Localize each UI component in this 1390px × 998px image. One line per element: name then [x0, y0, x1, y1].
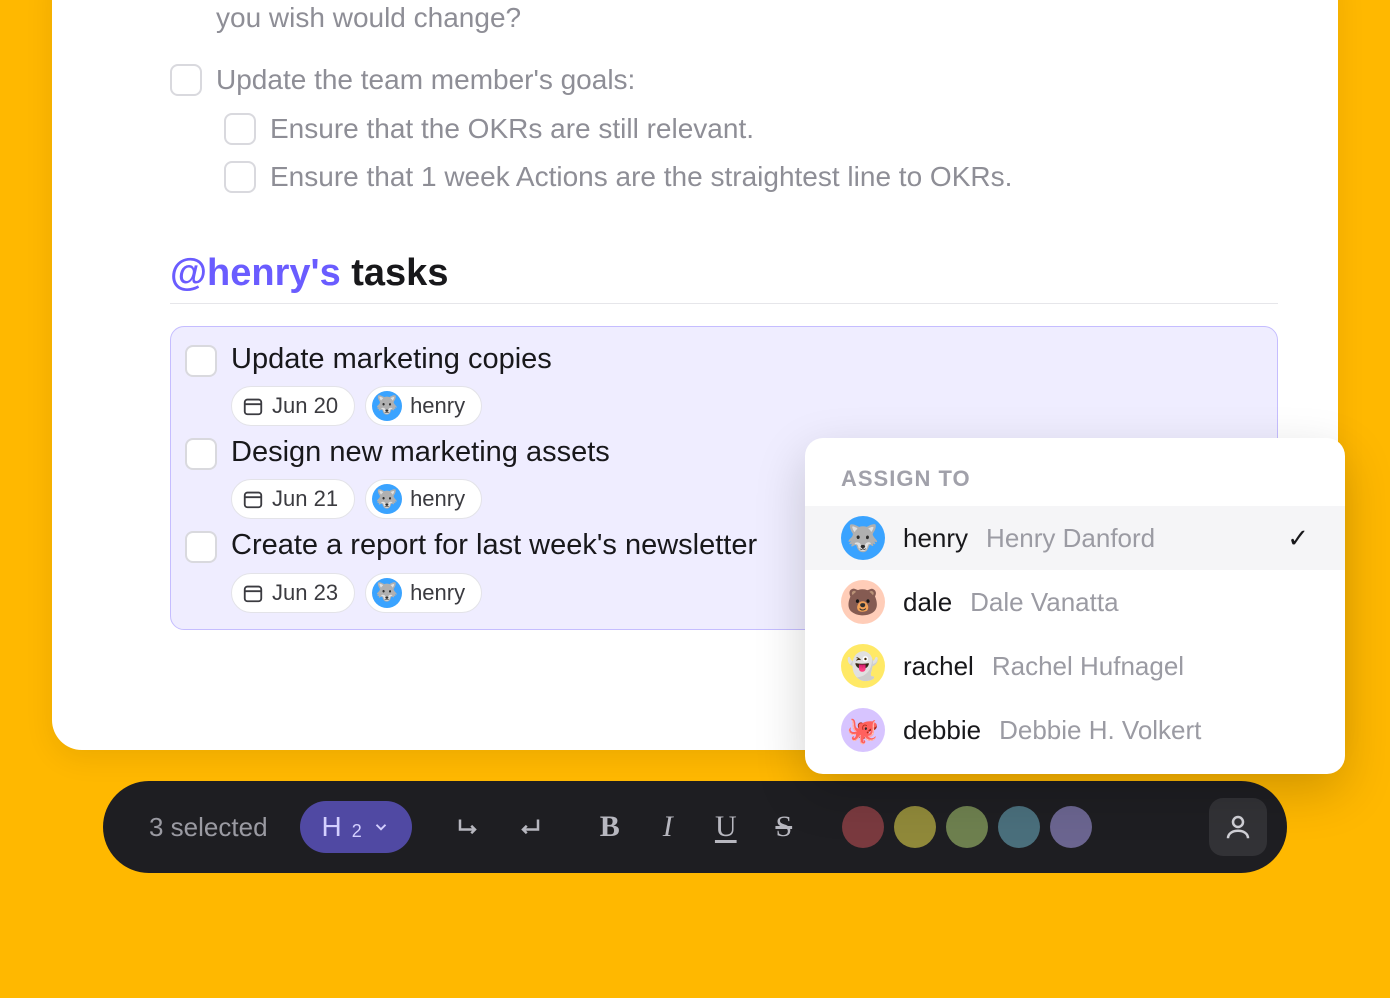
color-swatch-red[interactable] — [842, 806, 884, 848]
heading-picker[interactable]: H2 — [300, 801, 412, 853]
avatar: 🐺 — [372, 484, 402, 514]
checklist-label: Ensure that 1 week Actions are the strai… — [270, 159, 1012, 195]
assignee-name: henry — [410, 393, 465, 419]
heading-label: H — [322, 811, 342, 843]
chevron-down-icon — [372, 818, 390, 836]
tasks-heading: @henry's tasks — [170, 252, 1278, 304]
assignee-chip[interactable]: 🐺 henry — [365, 386, 482, 426]
assignee-name: henry — [410, 580, 465, 606]
assign-to-popover: Assign to 🐺 henry Henry Danford ✓ 🐻 dale… — [805, 438, 1345, 774]
calendar-icon — [242, 395, 264, 417]
checkbox[interactable] — [224, 161, 256, 193]
bold-button[interactable]: B — [586, 803, 634, 851]
strikethrough-button[interactable]: S — [760, 803, 808, 851]
person-fullname: Henry Danford — [986, 523, 1155, 554]
avatar: 🐙 — [841, 708, 885, 752]
previous-line-fragment: you wish would change? — [170, 0, 1278, 36]
avatar: 🐻 — [841, 580, 885, 624]
italic-button[interactable]: I — [644, 803, 692, 851]
checkbox[interactable] — [170, 64, 202, 96]
date-chip[interactable]: Jun 23 — [231, 573, 355, 613]
checkbox[interactable] — [224, 113, 256, 145]
heading-level: 2 — [352, 821, 362, 842]
underline-button[interactable]: U — [702, 803, 750, 851]
checklist-label: Update the team member's goals: — [216, 62, 635, 98]
date-value: Jun 21 — [272, 486, 338, 512]
newline-button[interactable] — [504, 803, 552, 851]
indent-icon — [455, 812, 485, 842]
date-chip[interactable]: Jun 21 — [231, 479, 355, 519]
checklist-label: Ensure that the OKRs are still relevant. — [270, 111, 754, 147]
person-option-debbie[interactable]: 🐙 debbie Debbie H. Volkert — [805, 698, 1345, 762]
task-row[interactable]: Update marketing copies Jun 20 🐺 henry — [185, 339, 1263, 432]
person-icon — [1223, 812, 1253, 842]
avatar: 🐺 — [372, 578, 402, 608]
avatar: 🐺 — [841, 516, 885, 560]
heading-text: tasks — [341, 252, 449, 294]
checklist-item: Ensure that the OKRs are still relevant. — [170, 111, 1278, 147]
assignee-chip[interactable]: 🐺 henry — [365, 573, 482, 613]
person-fullname: Debbie H. Volkert — [999, 715, 1201, 746]
task-title: Update marketing copies — [231, 343, 1263, 376]
task-checkbox[interactable] — [185, 531, 217, 563]
task-checkbox[interactable] — [185, 438, 217, 470]
selection-toolbar: 3 selected H2 B I U S — [103, 781, 1287, 873]
color-swatch-purple[interactable] — [1050, 806, 1092, 848]
person-fullname: Dale Vanatta — [970, 587, 1118, 618]
assignee-chip[interactable]: 🐺 henry — [365, 479, 482, 519]
color-swatch-teal[interactable] — [998, 806, 1040, 848]
popover-title: Assign to — [805, 466, 1345, 506]
avatar: 🐺 — [372, 391, 402, 421]
checklist-item: Update the team member's goals: — [170, 62, 1278, 98]
indent-button[interactable] — [446, 803, 494, 851]
person-fullname: Rachel Hufnagel — [992, 651, 1184, 682]
person-username: dale — [903, 587, 952, 618]
task-checkbox[interactable] — [185, 345, 217, 377]
page-frame: you wish would change? Update the team m… — [0, 0, 1390, 998]
user-mention[interactable]: @henry's — [170, 252, 341, 294]
color-swatch-green[interactable] — [946, 806, 988, 848]
person-username: debbie — [903, 715, 981, 746]
person-option-henry[interactable]: 🐺 henry Henry Danford ✓ — [805, 506, 1345, 570]
return-icon — [513, 812, 543, 842]
calendar-icon — [242, 582, 264, 604]
person-username: rachel — [903, 651, 974, 682]
date-value: Jun 20 — [272, 393, 338, 419]
person-option-rachel[interactable]: 👻 rachel Rachel Hufnagel — [805, 634, 1345, 698]
date-chip[interactable]: Jun 20 — [231, 386, 355, 426]
selection-count: 3 selected — [149, 812, 268, 843]
calendar-icon — [242, 488, 264, 510]
checklist-item: Ensure that 1 week Actions are the strai… — [170, 159, 1278, 195]
assignee-name: henry — [410, 486, 465, 512]
person-option-dale[interactable]: 🐻 dale Dale Vanatta — [805, 570, 1345, 634]
avatar: 👻 — [841, 644, 885, 688]
date-value: Jun 23 — [272, 580, 338, 606]
color-swatch-olive[interactable] — [894, 806, 936, 848]
person-username: henry — [903, 523, 968, 554]
check-icon: ✓ — [1287, 523, 1309, 554]
assign-user-button[interactable] — [1209, 798, 1267, 856]
